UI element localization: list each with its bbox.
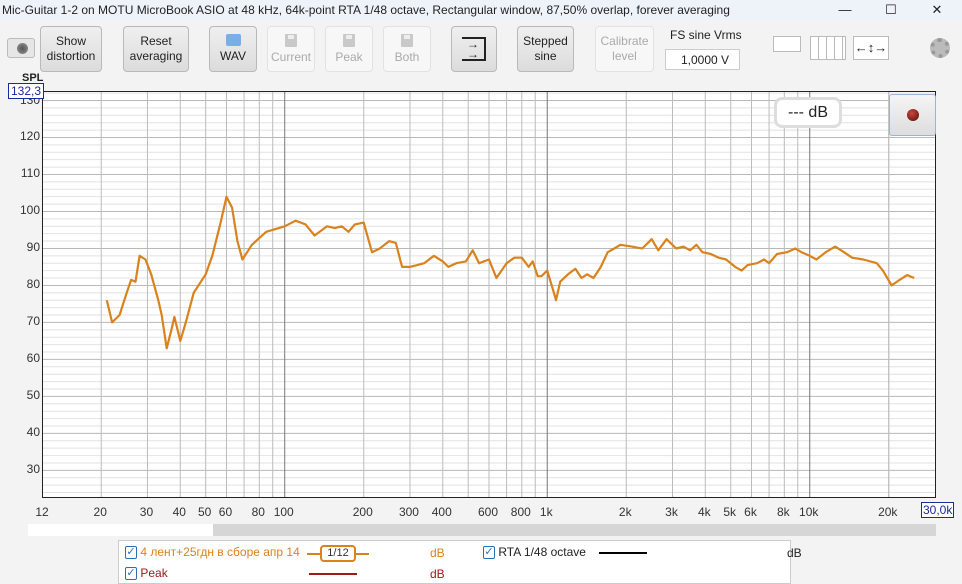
save-icon xyxy=(401,33,413,47)
label: Stepped xyxy=(523,34,568,48)
y-tick-label: 110 xyxy=(20,166,40,181)
spl-trace-line xyxy=(105,195,915,350)
settings-gear-icon[interactable] xyxy=(930,38,950,58)
save-icon xyxy=(343,33,355,47)
y-tick-label: 60 xyxy=(26,351,40,366)
input-select-button[interactable]: → → xyxy=(451,26,497,72)
label: Show xyxy=(55,34,87,48)
x-tick-label: 3k xyxy=(665,505,678,519)
save-icon xyxy=(285,33,297,47)
horizontal-scrollbar[interactable] xyxy=(28,524,936,536)
y-tick-label: 40 xyxy=(26,425,40,440)
label: level xyxy=(612,49,637,63)
label: Both xyxy=(394,49,420,64)
y-tick-label: 30 xyxy=(26,462,40,477)
x-tick-label: 4k xyxy=(697,505,711,519)
legend-unit: dB xyxy=(430,567,445,581)
smoothing-badge[interactable]: 1/12 xyxy=(320,545,356,562)
spl-chart xyxy=(43,92,935,497)
label: averaging xyxy=(129,49,183,63)
legend: ✓ 4 лент+25гдн в сборе апр 14 1/12 dB ✓ … xyxy=(118,540,802,584)
show-distortion-button[interactable]: Show distortion xyxy=(40,26,102,72)
x-tick-label: 20 xyxy=(93,505,107,519)
stepped-sine-button[interactable]: Stepped sine xyxy=(517,26,574,72)
record-led-icon xyxy=(907,109,919,121)
maximize-button[interactable]: ☐ xyxy=(868,0,914,20)
trace-line-swatch xyxy=(356,553,369,555)
checkbox[interactable]: ✓ xyxy=(125,546,137,560)
x-tick-label: 6k xyxy=(744,505,757,519)
fs-sine-label: FS sine Vrms xyxy=(670,28,742,42)
x-tick-label: 10k xyxy=(799,505,819,519)
legend-unit: dB xyxy=(430,546,445,560)
x-tick-label: 1k xyxy=(539,505,553,519)
x-tick-label: 400 xyxy=(431,505,452,519)
x-tick-label: 40 xyxy=(172,505,186,519)
y-tick-label: 50 xyxy=(26,388,40,403)
title-bar: Mic-Guitar 1-2 on MOTU MicroBook ASIO at… xyxy=(0,0,962,20)
x-tick-label: 200 xyxy=(352,505,373,519)
x-tick-label: 100 xyxy=(273,505,294,519)
calibrate-level-button[interactable]: Calibrate level xyxy=(595,26,654,72)
x-tick-label: 600 xyxy=(477,505,499,519)
x-tick-label: 80 xyxy=(251,505,265,519)
legend-label: 4 лент+25гдн в сборе апр 14 xyxy=(140,545,300,559)
monitor-icon[interactable] xyxy=(773,36,801,52)
trace-line-swatch xyxy=(307,553,320,555)
save-peak-button[interactable]: Peak xyxy=(325,26,373,72)
x-tick-label: 12 xyxy=(35,505,49,519)
checkbox[interactable]: ✓ xyxy=(483,546,495,560)
x-tick-label: 60 xyxy=(218,505,233,519)
fs-sine-input[interactable]: 1,0000 V xyxy=(665,49,740,70)
x-tick-label: 50 xyxy=(198,505,212,519)
label: WAV xyxy=(220,49,246,63)
x-tick-label: 5k xyxy=(723,505,737,519)
legend-label: RTA 1/48 octave xyxy=(498,545,586,559)
label: sine xyxy=(534,49,557,63)
legend-item-peak[interactable]: ✓ Peak xyxy=(125,566,168,581)
save-current-button[interactable]: Current xyxy=(267,26,315,72)
legend-item-rta[interactable]: ✓ RTA 1/48 octave xyxy=(483,545,586,560)
label: Current xyxy=(270,49,311,64)
y-tick-label: 90 xyxy=(26,240,40,255)
legend-item-trace[interactable]: ✓ 4 лент+25гдн в сборе апр 14 xyxy=(125,545,300,560)
x-tick-label: 300 xyxy=(398,505,419,519)
close-button[interactable]: ✕ xyxy=(914,0,960,20)
x-tick-label: 8k xyxy=(776,505,790,519)
y-tick-label: 120 xyxy=(19,129,40,144)
y-tick-label: 70 xyxy=(26,314,40,329)
save-both-button[interactable]: Both xyxy=(383,26,431,72)
x-tick-label: 20k xyxy=(878,505,898,519)
level-readout: --- dB xyxy=(774,97,842,128)
label: distortion xyxy=(46,49,96,63)
minimize-button[interactable]: — xyxy=(822,0,868,20)
x-max-readout[interactable]: 30,0k xyxy=(921,502,955,518)
camera-icon[interactable] xyxy=(7,38,35,58)
reset-averaging-button[interactable]: Reset averaging xyxy=(123,26,189,72)
legend-label: Peak xyxy=(140,566,168,580)
scrollbar-thumb[interactable] xyxy=(28,524,213,536)
wav-button[interactable]: WAV xyxy=(209,26,257,72)
label: Reset xyxy=(140,34,172,48)
rta-line-swatch xyxy=(599,552,647,554)
x-tick-label: 30 xyxy=(139,505,154,519)
columns-icon[interactable] xyxy=(810,36,846,60)
y-max-readout[interactable]: 132,3 xyxy=(8,83,45,99)
x-tick-label: 800 xyxy=(510,505,531,519)
plot-area[interactable]: --- dB xyxy=(42,91,936,498)
legend-unit: dB xyxy=(787,546,802,560)
checkbox[interactable]: ✓ xyxy=(125,567,137,581)
move-arrows-icon[interactable]: ←↕→ xyxy=(853,36,889,60)
x-tick-label: 2k xyxy=(618,505,632,519)
input-arrows-icon: → → xyxy=(462,37,486,61)
record-button[interactable] xyxy=(889,94,936,136)
label: Calibrate xyxy=(600,34,649,48)
y-tick-label: 80 xyxy=(26,277,40,292)
peak-line-swatch xyxy=(309,573,357,575)
smoothing-label: 1/12 xyxy=(327,547,349,559)
y-tick-label: 100 xyxy=(19,203,40,218)
label: Peak xyxy=(335,49,363,64)
window-title: Mic-Guitar 1-2 on MOTU MicroBook ASIO at… xyxy=(2,3,730,17)
folder-icon xyxy=(225,34,241,46)
